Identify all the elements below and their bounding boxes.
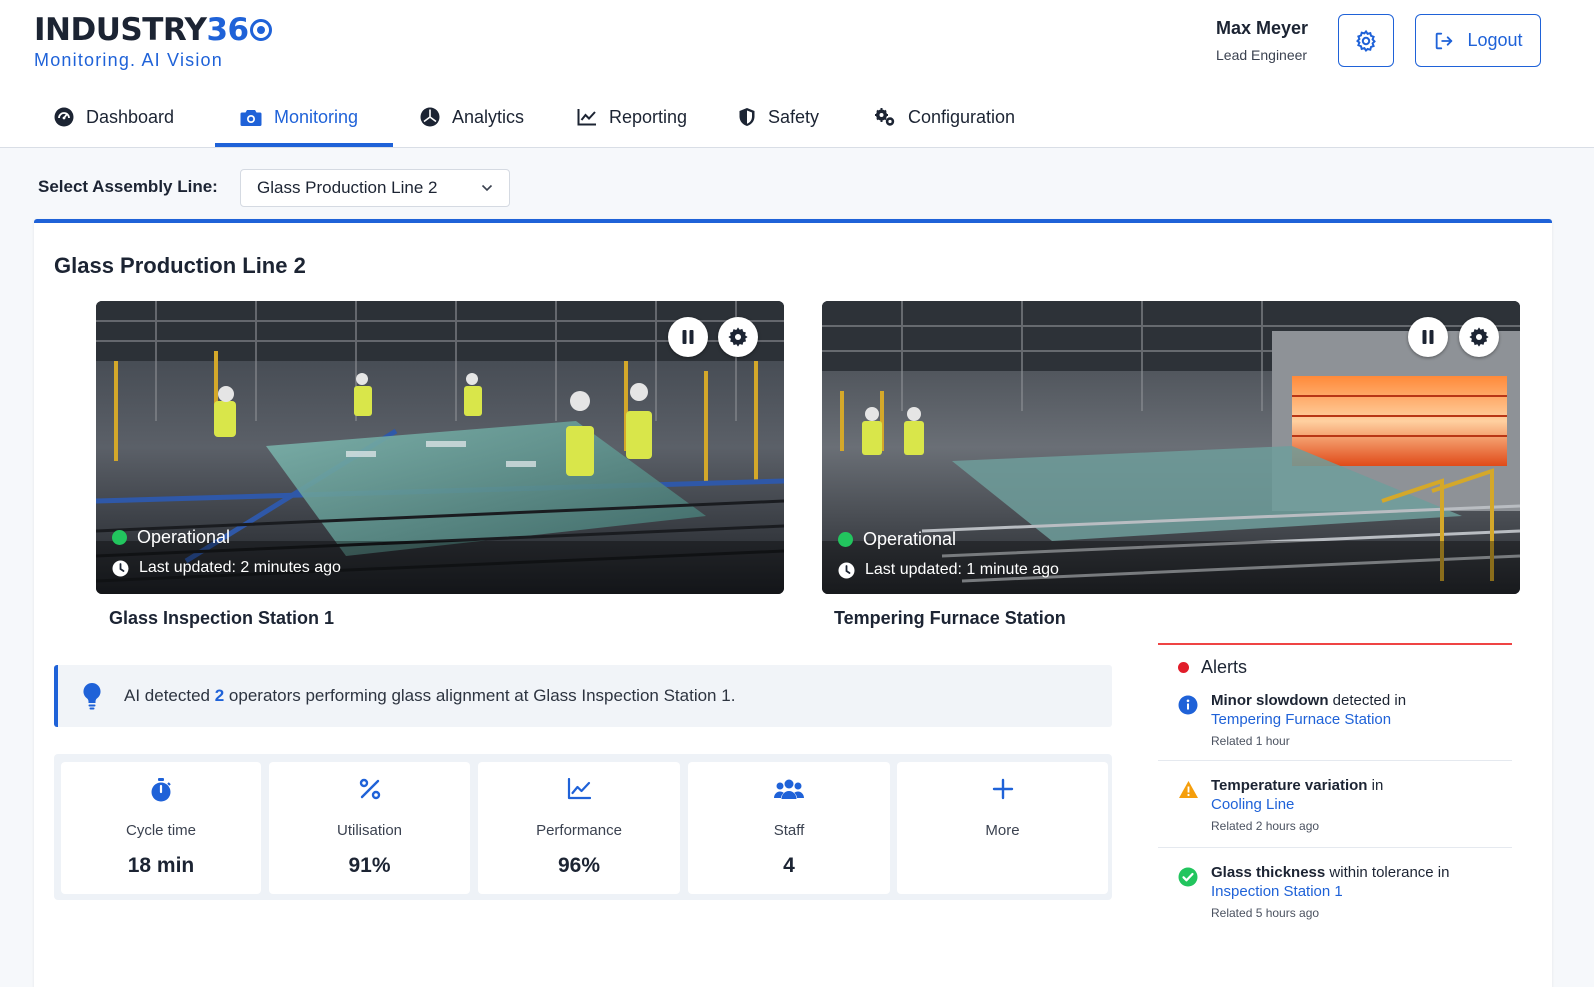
status-dot: [838, 532, 853, 547]
warning-icon: [1179, 781, 1198, 798]
alert-time: Related 1 hour: [1211, 734, 1290, 748]
logout-label: Logout: [1467, 30, 1523, 50]
chart-line-icon: [567, 778, 591, 800]
tab-dashboard[interactable]: Dashboard: [54, 86, 174, 148]
pie-chart-icon: [420, 107, 440, 127]
metric-performance[interactable]: Performance 96%: [478, 762, 680, 894]
clock-icon: [838, 562, 855, 578]
alert-dot: [1178, 662, 1189, 673]
camera-label-1: Glass Inspection Station 1: [109, 608, 335, 628]
metric-staff[interactable]: Staff 4: [688, 762, 890, 894]
pause-button[interactable]: [1408, 317, 1448, 357]
user-name: Max Meyer: [1216, 18, 1309, 38]
brand-logo[interactable]: INDUSTRY 36 Monitoring. AI Vision: [34, 12, 272, 71]
info-icon: [1178, 695, 1198, 715]
shield-icon: [739, 108, 755, 126]
alert-item[interactable]: Temperature variation in Cooling Line Re…: [1158, 776, 1512, 848]
users-icon: [774, 779, 804, 799]
camera-feed-1[interactable]: Operational Last updated: 2 minutes ago: [96, 301, 784, 594]
user-role: Lead Engineer: [1216, 47, 1308, 63]
ai-insight-banner: AI detected 2 operators performing glass…: [54, 665, 1112, 727]
logout-icon: [1436, 32, 1453, 49]
pause-icon: [682, 330, 694, 344]
alert-item[interactable]: Minor slowdown detected in Tempering Fur…: [1158, 691, 1512, 761]
cogs-icon: [875, 108, 895, 126]
camera-updated: Last updated: 1 minute ago: [838, 561, 1059, 579]
alert-link[interactable]: Tempering Furnace Station: [1211, 710, 1501, 729]
gear-icon: [728, 327, 748, 347]
clock-icon: [112, 560, 129, 576]
camera-updated: Last updated: 2 minutes ago: [112, 559, 341, 577]
tab-reporting[interactable]: Reporting: [577, 86, 687, 148]
metric-cycle-time[interactable]: Cycle time 18 min: [61, 762, 261, 894]
metrics-row: Cycle time 18 min Utilisation 91% Perfor…: [54, 754, 1112, 900]
dashboard-gauge-icon: [54, 107, 74, 127]
line-panel: Glass Production Line 2 Operational Last…: [34, 219, 1552, 987]
tab-monitoring[interactable]: Monitoring: [240, 86, 358, 148]
metric-more[interactable]: More: [897, 762, 1108, 894]
alert-time: Related 2 hours ago: [1211, 819, 1320, 833]
camera-feed-2[interactable]: Operational Last updated: 1 minute ago: [822, 301, 1520, 594]
alert-item[interactable]: Glass thickness within tolerance in Insp…: [1158, 863, 1512, 935]
pause-button[interactable]: [668, 317, 708, 357]
camera-settings-button[interactable]: [718, 317, 758, 357]
camera-settings-button[interactable]: [1459, 317, 1499, 357]
settings-button[interactable]: [1338, 14, 1394, 67]
alert-link[interactable]: Inspection Station 1: [1211, 882, 1501, 901]
brand-tagline: Monitoring. AI Vision: [34, 50, 223, 70]
camera-label-2: Tempering Furnace Station: [834, 608, 1066, 628]
tab-safety[interactable]: Safety: [738, 86, 819, 148]
status-dot: [112, 530, 127, 545]
gear-icon: [1356, 29, 1376, 52]
user-info: Max Meyer Lead Engineer: [1216, 18, 1308, 63]
pause-icon: [1422, 330, 1434, 344]
tab-analytics[interactable]: Analytics: [420, 86, 524, 148]
gear-icon: [1469, 327, 1489, 347]
metric-utilisation[interactable]: Utilisation 91%: [269, 762, 470, 894]
plus-icon: [992, 778, 1013, 800]
active-tab-indicator: [215, 143, 393, 147]
operator-count: 2: [214, 686, 225, 705]
alerts-panel: Alerts Minor slowdown detected in Temper…: [1158, 643, 1512, 933]
insight-text: AI detected 2 operators performing glass…: [124, 686, 736, 705]
alerts-header: Alerts: [1178, 657, 1247, 678]
panel-title: Glass Production Line 2: [54, 253, 306, 278]
lightbulb-icon: [83, 682, 101, 710]
camera-status: Operational: [838, 529, 956, 550]
stopwatch-icon: [151, 778, 171, 802]
line-chart-icon: [577, 109, 596, 126]
alert-time: Related 5 hours ago: [1211, 906, 1320, 920]
assembly-line-value: Glass Production Line 2: [257, 178, 438, 197]
top-bar: INDUSTRY 36 Monitoring. AI Vision Max Mey…: [0, 0, 1594, 148]
percent-icon: [359, 778, 380, 800]
chevron-down-icon: [481, 184, 493, 192]
alert-link[interactable]: Cooling Line: [1211, 795, 1501, 814]
check-circle-icon: [1178, 867, 1198, 887]
tab-configuration[interactable]: Configuration: [874, 86, 1015, 148]
brand-zero-mark: [249, 19, 272, 41]
camera-icon: [240, 109, 262, 126]
assembly-line-label: Select Assembly Line:: [38, 177, 218, 196]
camera-status: Operational: [112, 527, 230, 548]
assembly-line-select[interactable]: Glass Production Line 2: [240, 169, 510, 207]
brand-name: INDUSTRY 36: [34, 12, 272, 48]
logout-button[interactable]: Logout: [1415, 14, 1541, 67]
